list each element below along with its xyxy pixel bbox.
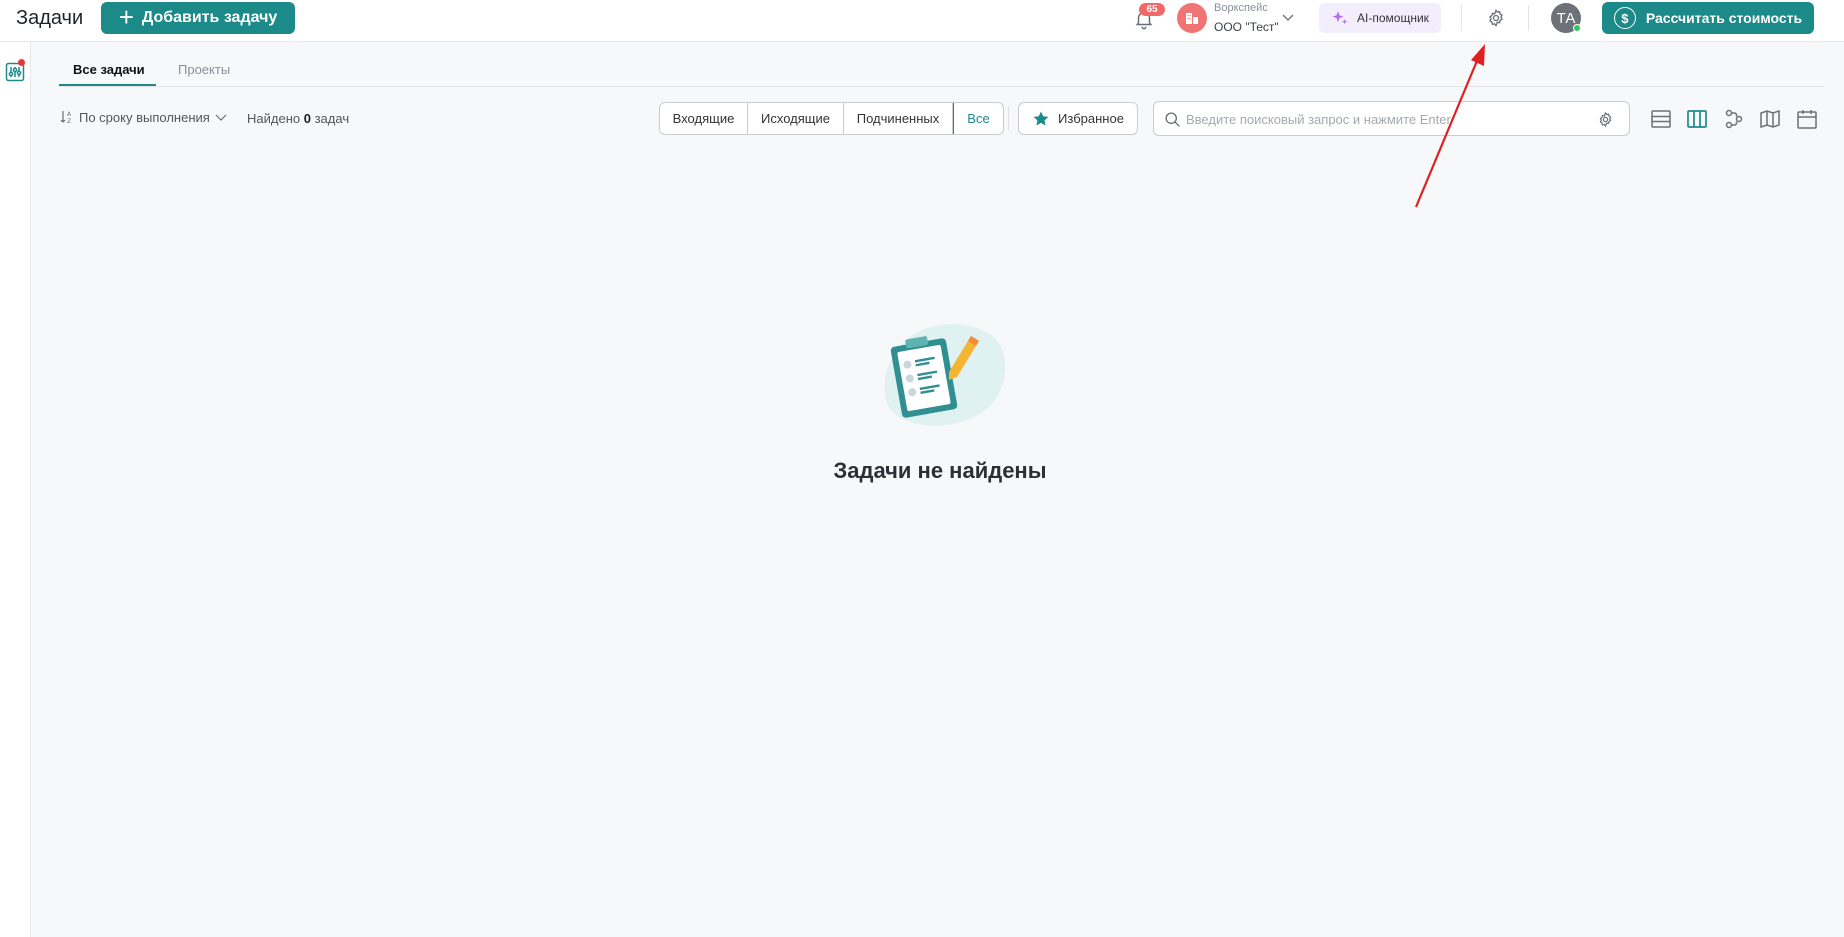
header-divider	[1528, 5, 1529, 31]
star-icon	[1033, 111, 1049, 125]
annotation-arrow	[1414, 44, 1485, 208]
ai-assistant-label: AI-помощник	[1357, 11, 1429, 25]
tab-all-tasks[interactable]: Все задачи	[73, 62, 145, 77]
notifications-badge: 65	[1139, 3, 1165, 16]
list-view-icon[interactable]	[1650, 108, 1672, 130]
rail-notification-dot	[18, 59, 25, 66]
search-settings-icon[interactable]	[1597, 111, 1614, 128]
found-suffix: задач	[314, 111, 350, 126]
filter-all[interactable]: Все	[953, 103, 1003, 134]
filter-incoming[interactable]: Входящие	[660, 103, 748, 134]
page-title: Задачи	[16, 7, 84, 29]
kanban-view-icon[interactable]	[1686, 108, 1708, 130]
empty-clipboard-illustration	[884, 324, 1006, 426]
header-divider	[1461, 5, 1462, 31]
sort-icon: A Z	[60, 111, 72, 125]
map-view-icon[interactable]	[1759, 108, 1781, 130]
tab-projects[interactable]: Проекты	[178, 62, 230, 77]
chevron-down-icon	[215, 114, 227, 121]
calculate-cost-label: Рассчитать стоимость	[1645, 10, 1803, 26]
sparkle-icon	[1332, 11, 1348, 25]
left-rail	[0, 42, 31, 937]
workspace-name[interactable]: ООО "Тест"	[1214, 20, 1279, 34]
workspace-label: Воркспейс	[1214, 2, 1268, 14]
online-status-dot	[1573, 24, 1581, 32]
task-filter-segmented: Входящие Исходящие Подчиненных Все	[659, 102, 1004, 135]
svg-text:A: A	[67, 111, 72, 118]
top-header: Задачи + Добавить задачу 65 Воркспейс ОО…	[0, 0, 1844, 42]
empty-state-title: Задачи не найдены	[833, 458, 1047, 483]
found-count: 0	[303, 111, 311, 126]
found-prefix: Найдено	[247, 111, 301, 126]
favorites-label: Избранное	[1058, 111, 1124, 126]
tabs-bar: Все задачи Проекты	[59, 52, 1824, 87]
sort-label: По сроку выполнения	[79, 109, 210, 125]
active-tab-indicator	[59, 84, 156, 86]
favorites-button[interactable]: Избранное	[1018, 102, 1138, 135]
calculate-cost-button[interactable]: $ Рассчитать стоимость	[1602, 2, 1814, 34]
filter-subordinates[interactable]: Подчиненных	[844, 103, 953, 134]
toolbar-divider	[1008, 106, 1009, 130]
add-task-button[interactable]: + Добавить задачу	[101, 2, 295, 34]
calendar-view-icon[interactable]	[1796, 108, 1818, 130]
found-count-text: Найдено 0 задач	[247, 111, 349, 126]
search-icon	[1165, 112, 1180, 127]
add-task-label: Добавить задачу	[141, 9, 278, 26]
chevron-down-icon[interactable]	[1281, 10, 1295, 24]
settings-gear-icon[interactable]	[1486, 8, 1506, 28]
search-box	[1153, 101, 1630, 136]
flow-view-icon[interactable]	[1723, 108, 1745, 130]
workspace-avatar[interactable]	[1177, 3, 1207, 33]
dollar-icon: $	[1613, 7, 1636, 29]
filter-outgoing[interactable]: Исходящие	[748, 103, 844, 134]
sort-dropdown[interactable]: A Z По сроку выполнения	[60, 109, 227, 125]
ai-assistant-button[interactable]: AI-помощник	[1319, 3, 1441, 33]
building-icon	[1186, 13, 1198, 24]
search-input[interactable]	[1186, 107, 1586, 131]
plus-icon: +	[118, 1, 134, 32]
svg-text:Z: Z	[67, 118, 71, 125]
